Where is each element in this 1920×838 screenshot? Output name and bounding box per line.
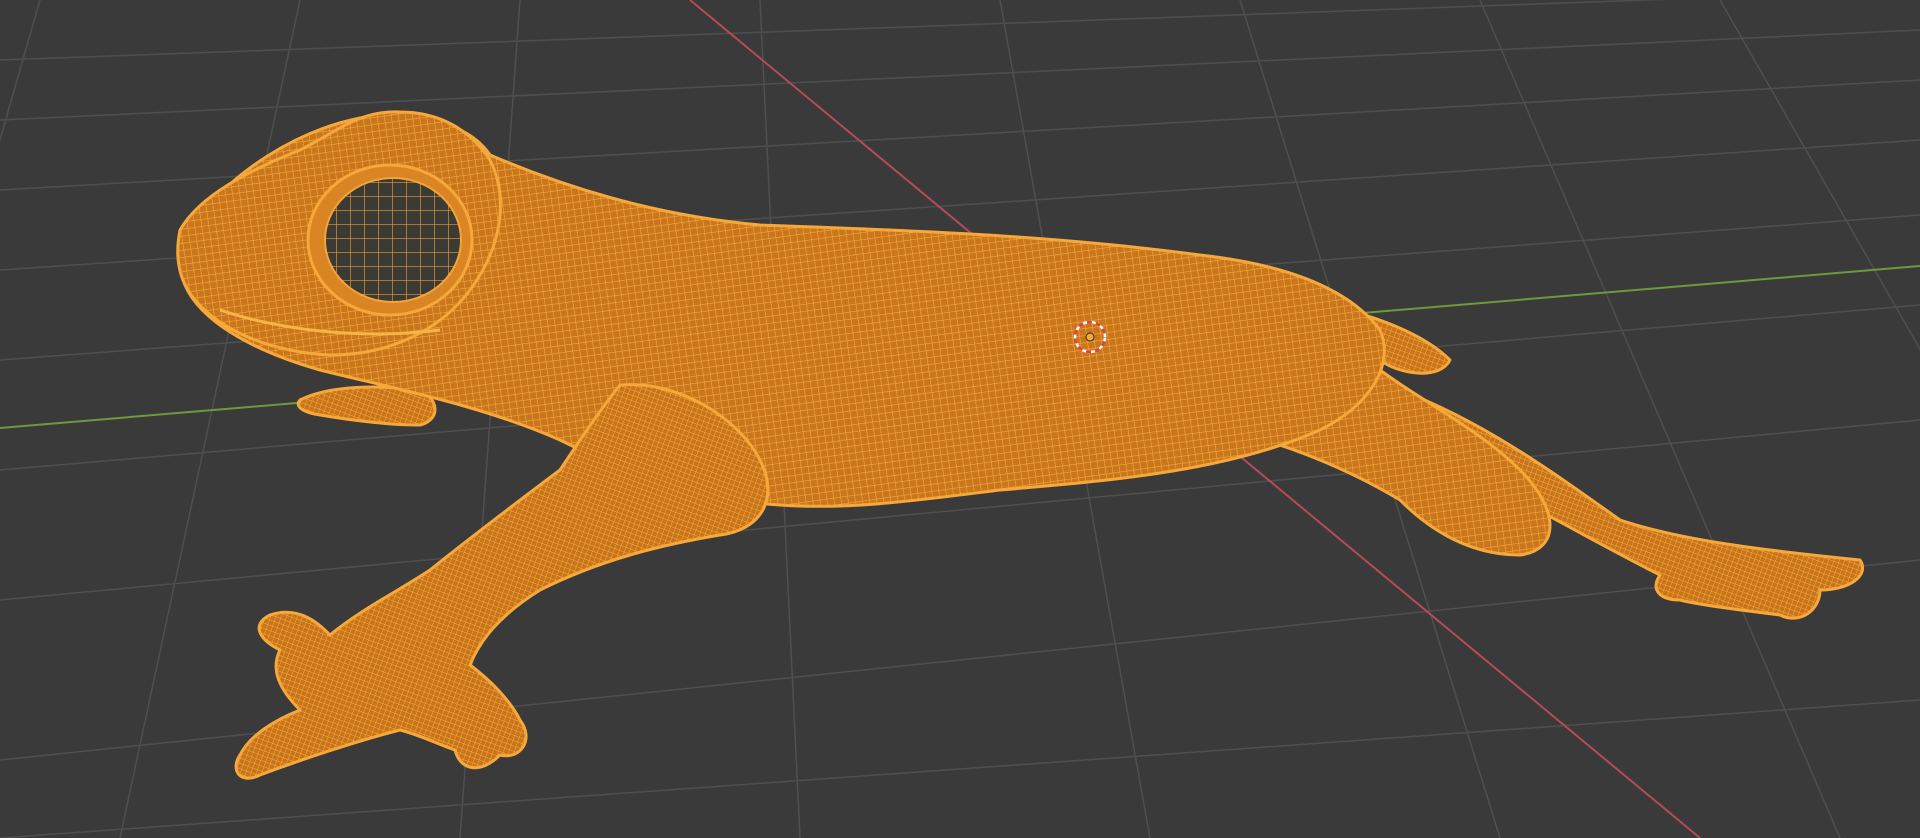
frog-eye-ball	[324, 177, 462, 303]
3d-viewport[interactable]	[0, 0, 1920, 838]
frog-eye	[306, 163, 474, 317]
object-origin-icon	[1085, 332, 1095, 342]
